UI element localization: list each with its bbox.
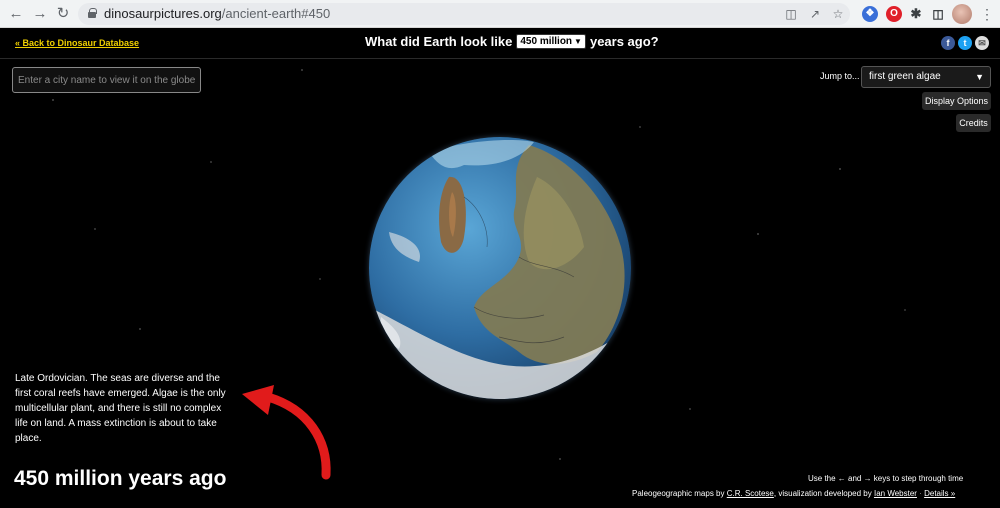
- credit-middle: , visualization developed by: [773, 489, 872, 498]
- facebook-icon[interactable]: f: [941, 36, 955, 50]
- footer-credits: Paleogeographic maps by C.R. Scotese, vi…: [632, 489, 955, 498]
- display-options-button[interactable]: Display Options: [922, 92, 991, 110]
- reload-icon[interactable]: ↻: [53, 4, 73, 24]
- era-description: Late Ordovician. The seas are diverse an…: [15, 373, 226, 444]
- avatar[interactable]: [952, 4, 972, 24]
- jump-to-label: Jump to...: [820, 71, 860, 81]
- credit-prefix: Paleogeographic maps by: [632, 489, 725, 498]
- years-select[interactable]: 450 million ▼: [516, 34, 586, 49]
- chevron-down-icon: ▼: [975, 72, 984, 82]
- jump-to-value: first green algae: [869, 71, 941, 82]
- years-select-value: 450 million: [520, 36, 573, 47]
- arrow-left-icon[interactable]: ←: [6, 4, 26, 24]
- chevron-down-icon: ▼: [574, 37, 582, 46]
- extension-icon[interactable]: ❖: [862, 6, 878, 22]
- city-search-input[interactable]: [12, 67, 201, 93]
- lock-icon[interactable]: [88, 8, 97, 18]
- title-prefix: What did Earth look like: [365, 34, 513, 49]
- side-panel-icon[interactable]: ◫: [930, 6, 946, 22]
- webster-link[interactable]: Ian Webster: [874, 489, 917, 498]
- bookmark-star-icon[interactable]: ☆: [830, 6, 846, 22]
- address-url[interactable]: dinosaurpictures.org/ancient-earth#450: [104, 6, 330, 21]
- url-path: /ancient-earth#450: [221, 6, 331, 21]
- credits-button[interactable]: Credits: [956, 114, 991, 132]
- annotation-arrow-icon: [242, 385, 331, 480]
- email-icon[interactable]: ✉: [975, 36, 989, 50]
- address-bar[interactable]: dinosaurpictures.org/ancient-earth#450 ◫…: [78, 3, 850, 25]
- share-icon[interactable]: ↗: [807, 6, 823, 22]
- browser-toolbar: ← → ↻ dinosaurpictures.org/ancient-earth…: [0, 0, 1000, 28]
- years-ago-heading: 450 million years ago: [14, 467, 227, 490]
- scotese-link[interactable]: C.R. Scotese: [727, 489, 774, 498]
- page-title: What did Earth look like 450 million ▼ ye…: [365, 34, 659, 49]
- details-link[interactable]: Details »: [924, 489, 955, 498]
- globe-landmasses: [369, 140, 625, 399]
- title-suffix: years ago?: [589, 34, 659, 49]
- back-to-database-link[interactable]: « Back to Dinosaur Database: [15, 38, 139, 48]
- arrow-right-icon[interactable]: →: [30, 4, 50, 24]
- top-bar: « Back to Dinosaur Database What did Ear…: [0, 29, 1000, 59]
- translate-icon[interactable]: ◫: [783, 6, 799, 22]
- keyboard-hint: Use the ← and → keys to step through tim…: [808, 474, 964, 483]
- puzzle-icon[interactable]: ✱: [908, 6, 924, 22]
- more-menu-icon[interactable]: ⋮: [980, 4, 994, 24]
- ancient-earth-page: « Back to Dinosaur Database What did Ear…: [0, 29, 1000, 508]
- opera-extension-icon[interactable]: O: [886, 6, 902, 22]
- url-domain: dinosaurpictures.org: [104, 6, 222, 21]
- ancient-earth-globe[interactable]: [369, 137, 631, 399]
- twitter-icon[interactable]: t: [958, 36, 972, 50]
- credit-separator: ·: [919, 489, 922, 498]
- jump-to-select[interactable]: first green algae ▼: [861, 66, 991, 88]
